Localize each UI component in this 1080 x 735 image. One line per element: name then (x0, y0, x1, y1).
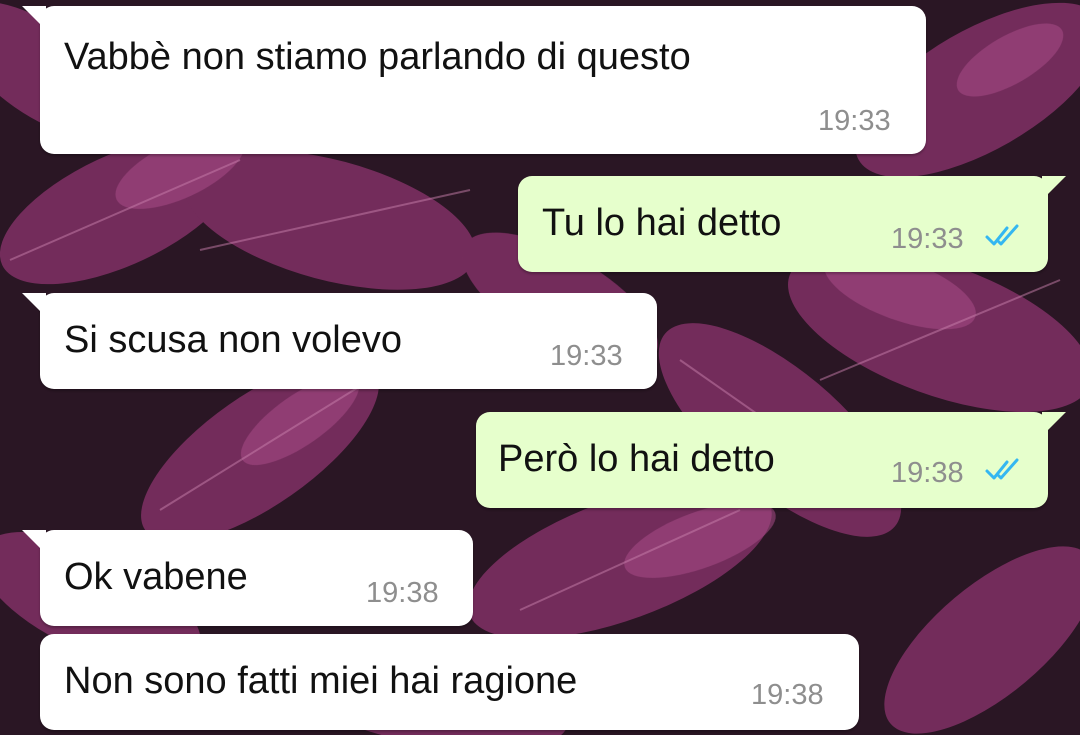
message-text: Non sono fatti miei hai ragione (64, 660, 578, 702)
message-timestamp: 19:33 (818, 105, 891, 137)
outgoing-message-bubble[interactable]: Tu lo hai detto 19:33 (518, 176, 1066, 272)
message-timestamp: 19:33 (550, 340, 623, 372)
double-check-read-icon (985, 224, 1019, 246)
message-text: Ok vabene (64, 556, 248, 598)
message-text: Vabbè non stiamo parlando di questo (64, 36, 691, 78)
message-text: Tu lo hai detto (542, 202, 782, 244)
outgoing-message-bubble[interactable]: Però lo hai detto 19:38 (476, 412, 1066, 508)
double-check-read-icon (985, 458, 1019, 480)
bubble-tail-icon (22, 6, 46, 30)
incoming-message-bubble[interactable]: Non sono fatti miei hai ragione 19:38 (40, 634, 859, 730)
incoming-message-bubble[interactable]: Vabbè non stiamo parlando di questo 19:3… (22, 6, 926, 154)
message-text: Si scusa non volevo (64, 319, 402, 361)
message-text: Però lo hai detto (498, 438, 775, 480)
bubble-tail-icon (1042, 412, 1066, 436)
incoming-message-bubble[interactable]: Si scusa non volevo 19:33 (22, 293, 657, 389)
message-timestamp: 19:38 (751, 679, 824, 711)
message-timestamp: 19:33 (891, 223, 964, 255)
message-timestamp: 19:38 (891, 457, 964, 489)
incoming-message-bubble[interactable]: Ok vabene 19:38 (22, 530, 473, 626)
message-timestamp: 19:38 (366, 577, 439, 609)
bubble-tail-icon (22, 293, 46, 317)
bubble-tail-icon (1042, 176, 1066, 200)
bubble-tail-icon (22, 530, 46, 554)
